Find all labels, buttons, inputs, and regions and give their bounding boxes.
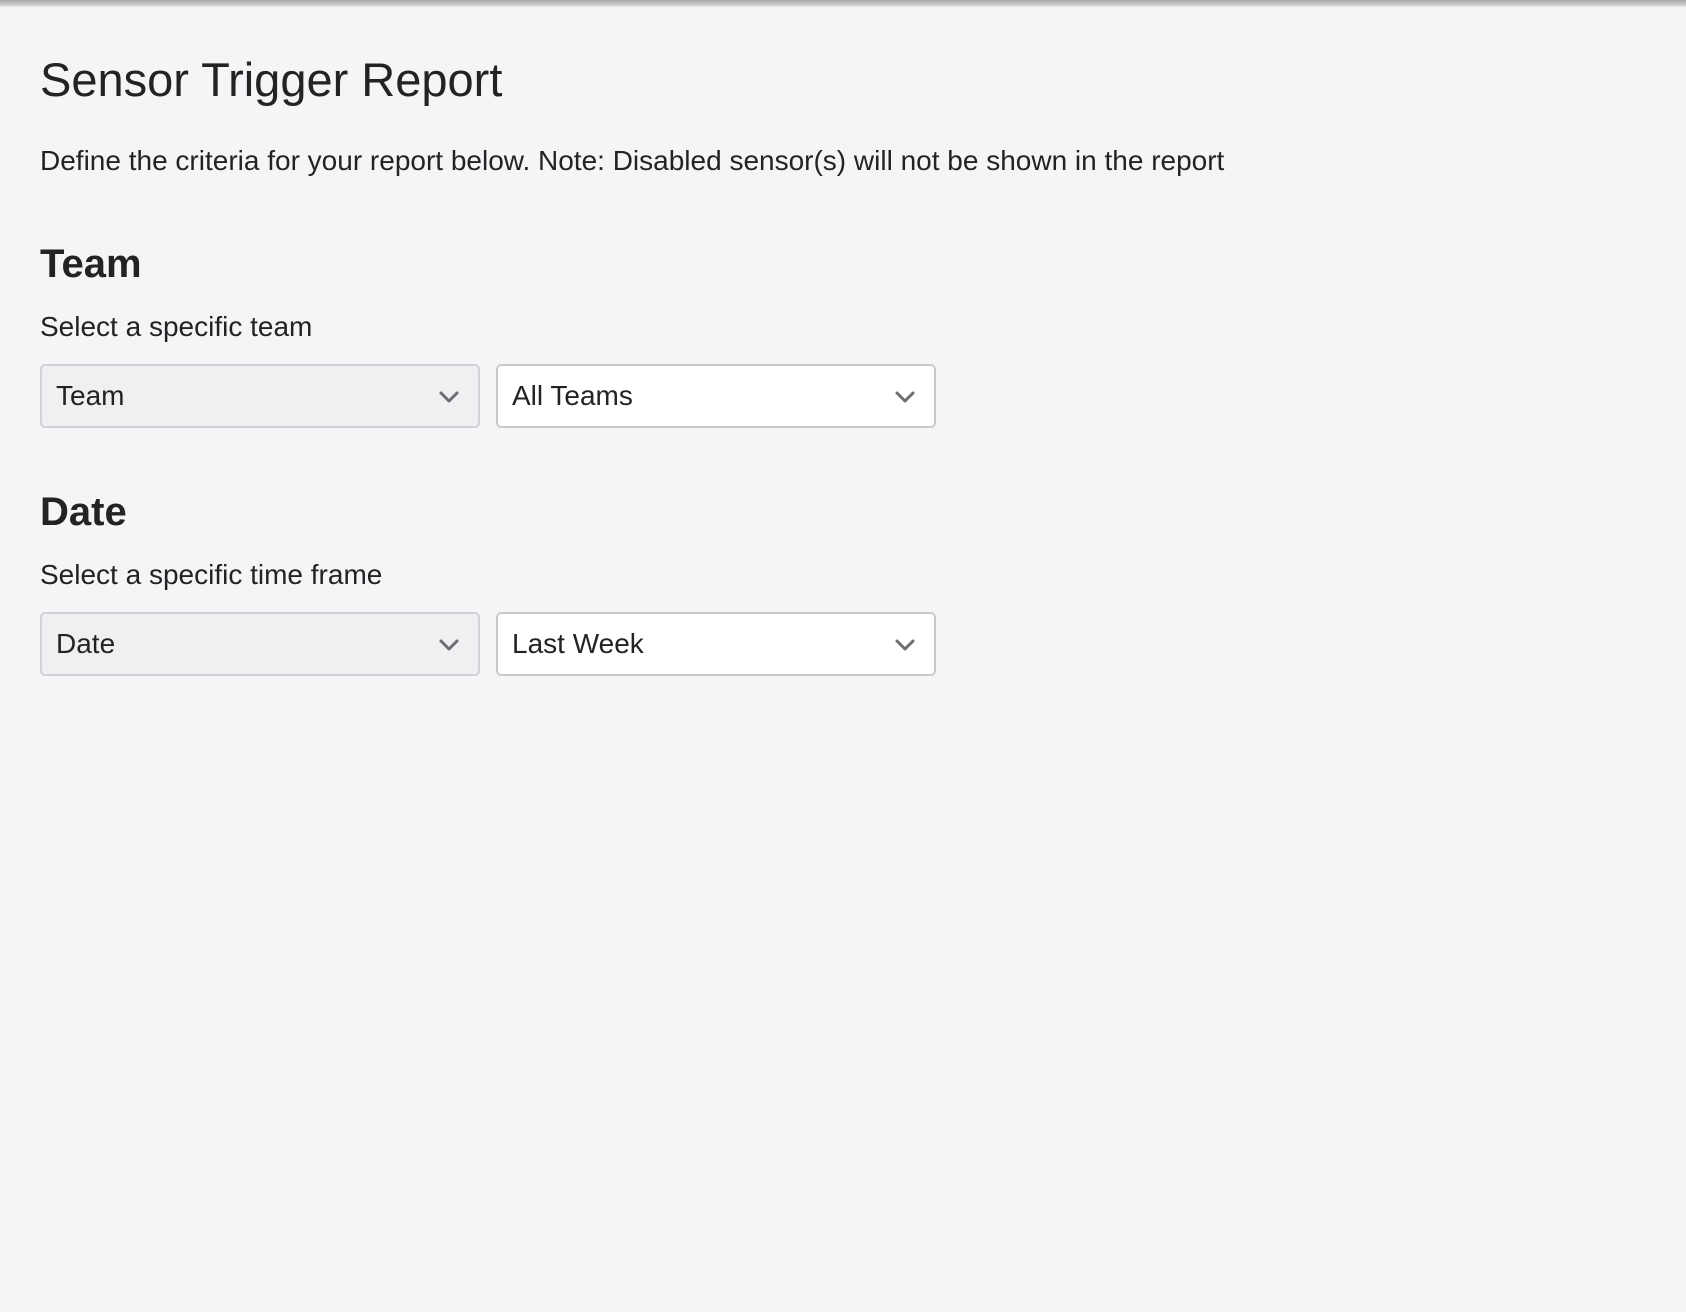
team-filter-type-select[interactable]: Team <box>40 364 480 428</box>
chevron-down-icon <box>894 634 916 656</box>
team-select[interactable]: All Teams <box>496 364 936 428</box>
date-section-subtitle: Select a specific time frame <box>40 559 383 590</box>
date-section-heading: Date <box>40 490 127 534</box>
chevron-down-icon <box>438 386 460 408</box>
chevron-down-icon <box>438 634 460 656</box>
team-filter-type-value: Team <box>56 380 125 411</box>
date-filter-type-value: Date <box>56 628 116 659</box>
date-section: Date Select a specific time frame Date L… <box>40 488 940 688</box>
date-filter-type-select[interactable]: Date <box>40 612 480 676</box>
page-title: Sensor Trigger Report <box>40 53 503 106</box>
team-section-heading: Team <box>40 242 142 286</box>
team-select-value: All Teams <box>512 380 633 411</box>
team-section: Team Select a specific team Team All Tea… <box>40 240 940 440</box>
time-frame-select[interactable]: Last Week <box>496 612 936 676</box>
team-section-subtitle: Select a specific team <box>40 311 313 342</box>
top-divider <box>0 0 1686 7</box>
chevron-down-icon <box>894 386 916 408</box>
time-frame-select-value: Last Week <box>512 628 644 659</box>
page-description: Define the criteria for your report belo… <box>40 145 1225 176</box>
